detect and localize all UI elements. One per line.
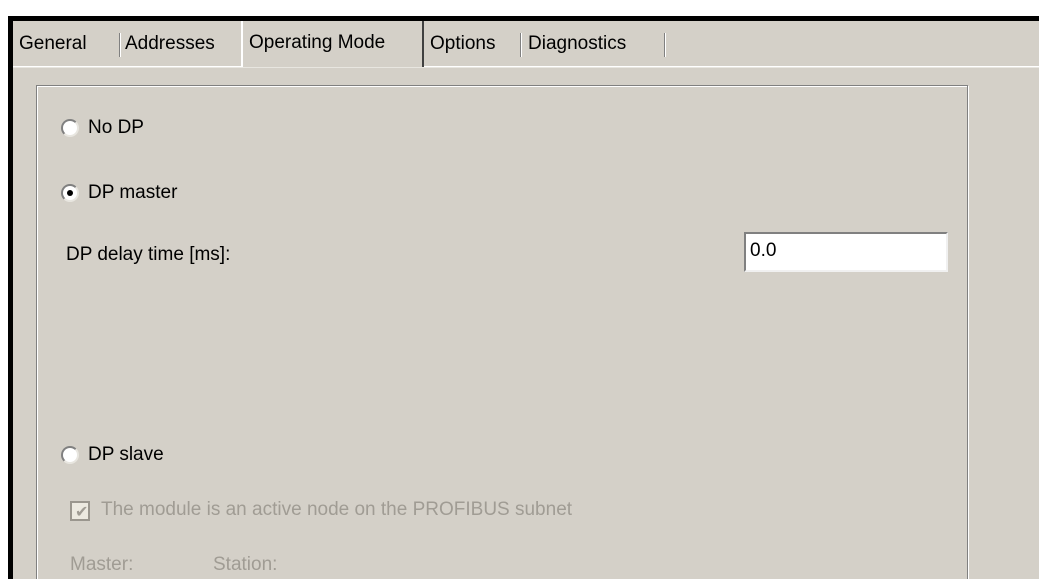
tab-options[interactable]: Options: [424, 27, 522, 61]
active-node-checkbox[interactable]: ✔: [70, 501, 90, 521]
radio-selected-dot: [67, 190, 73, 196]
checkmark-icon: ✔: [75, 502, 89, 521]
properties-dialog: General Addresses Operating Mode Options…: [8, 16, 1039, 579]
tab-separator: [664, 33, 666, 57]
tab-options-label: Options: [430, 33, 496, 54]
tab-general-label: General: [19, 33, 87, 54]
dp-slave-radio[interactable]: [61, 446, 79, 464]
master-label: Master:: [70, 554, 134, 575]
tab-addresses[interactable]: Addresses: [119, 27, 243, 61]
dp-delay-time-input[interactable]: 0.0: [744, 232, 948, 272]
tab-general[interactable]: General: [13, 27, 121, 61]
station-label: Station:: [213, 554, 278, 575]
tab-operating-mode-label: Operating Mode: [249, 32, 386, 53]
active-node-label: The module is an active node on the PROF…: [101, 499, 573, 520]
tab-addresses-label: Addresses: [125, 33, 215, 54]
dp-slave-label: DP slave: [88, 444, 164, 465]
dp-delay-time-label: DP delay time [ms]:: [66, 244, 231, 265]
tab-diagnostics[interactable]: Diagnostics: [522, 27, 666, 61]
tab-diagnostics-label: Diagnostics: [528, 33, 627, 54]
tab-strip: General Addresses Operating Mode Options…: [13, 21, 1039, 69]
dp-master-label: DP master: [88, 182, 178, 203]
no-dp-radio[interactable]: [61, 119, 79, 137]
tab-operating-mode[interactable]: Operating Mode: [241, 21, 424, 67]
tab-panel-border: [13, 66, 1039, 68]
dp-master-radio[interactable]: [61, 184, 79, 202]
no-dp-label: No DP: [88, 117, 144, 138]
